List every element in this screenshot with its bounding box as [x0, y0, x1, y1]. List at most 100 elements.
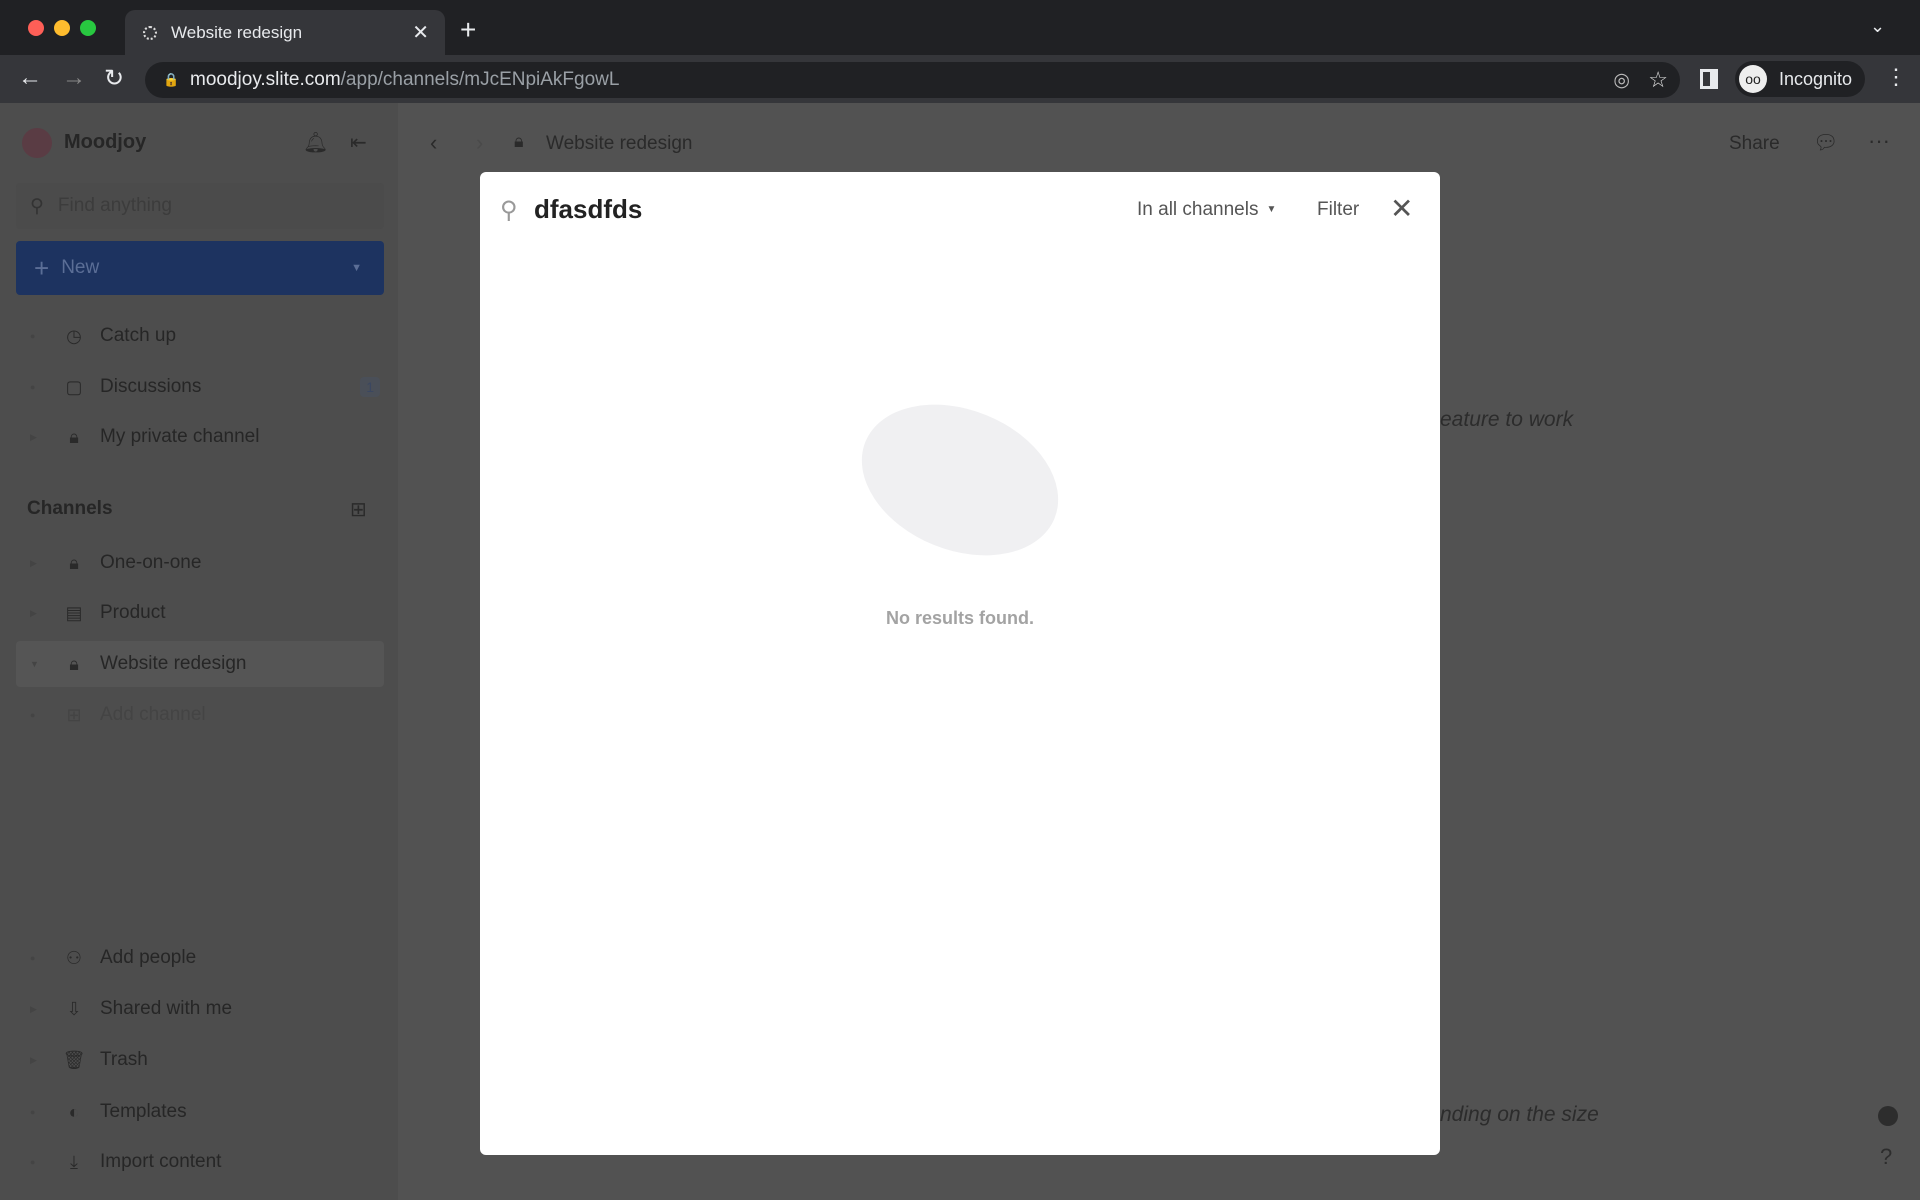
side-panel-icon[interactable] [1700, 69, 1718, 89]
close-window-button[interactable] [28, 20, 44, 36]
lock-icon: 🔒︎ [69, 426, 79, 447]
sidebar-item-label: Templates [100, 1101, 187, 1122]
workspace-logo [22, 128, 52, 158]
profile-label: Incognito [1779, 68, 1853, 89]
sidebar-item-one-on-one[interactable]: ▶ 🔒︎ One-on-one [30, 543, 380, 583]
filter-button[interactable]: Filter [1317, 199, 1359, 221]
sidebar-item-discussions[interactable]: ● ▢ Discussions 1 [30, 367, 380, 407]
reload-icon[interactable]: ↻ [104, 64, 124, 93]
caret-down-icon: ▼ [1266, 204, 1277, 216]
discussions-badge: 1 [360, 377, 380, 397]
templates-icon: ◐ [68, 1101, 80, 1122]
close-icon[interactable]: ✕ [1390, 192, 1413, 225]
scope-label: In all channels [1137, 199, 1259, 220]
close-tab-icon[interactable]: ✕ [412, 20, 429, 45]
help-icon[interactable]: ? [1880, 1144, 1892, 1170]
lock-icon: 🔒︎ [69, 653, 79, 674]
bullet-icon: ● [30, 1107, 36, 1117]
add-channel-icon[interactable]: ⊞ [350, 497, 367, 522]
lock-icon: 🔒 [163, 72, 180, 87]
find-anything-search[interactable]: ⚲ Find anything [16, 183, 384, 229]
trash-icon: 🗑︎ [62, 1049, 86, 1070]
document-text: nding on the size [1440, 1103, 1599, 1126]
chevron-down-icon[interactable]: ▼ [351, 262, 362, 274]
profile-button[interactable]: oo Incognito [1735, 61, 1865, 97]
url-path: /app/channels/mJcENpiAkFgowL [340, 69, 620, 90]
inbox-icon: ⇩ [66, 998, 82, 1019]
download-icon: ⤓ [70, 1151, 78, 1172]
search-placeholder: Find anything [57, 195, 172, 216]
doc-icon: ▤ [65, 602, 83, 623]
sidebar-item-label: Product [100, 602, 166, 623]
bullet-icon: ● [30, 331, 36, 341]
sidebar-item-my-private-channel[interactable]: ▶ 🔒︎ My private channel [30, 417, 380, 457]
caret-right-icon[interactable]: ▶ [30, 1055, 40, 1066]
workspace-name[interactable]: Moodjoy [64, 131, 146, 154]
search-icon: ⚲ [500, 197, 518, 224]
sidebar-item-label: Website redesign [100, 653, 247, 674]
sidebar-item-label: Add channel [100, 704, 206, 725]
sidebar-item-website-redesign[interactable]: ▼ 🔒︎ Website redesign [16, 641, 384, 687]
add-channel-icon: ⊞ [66, 704, 82, 725]
bullet-icon: ● [30, 382, 36, 392]
minimize-window-button[interactable] [54, 20, 70, 36]
sidebar-item-templates[interactable]: ● ◐ Templates [30, 1092, 380, 1132]
sidebar-item-import-content[interactable]: ● ⤓ Import content [30, 1142, 380, 1182]
more-options-icon[interactable]: ··· [1868, 128, 1890, 154]
sidebar-item-label: Trash [100, 1049, 148, 1070]
channels-heading: Channels [27, 498, 113, 519]
sidebar-item-label: Add people [100, 947, 197, 968]
no-results-message: No results found. [886, 608, 1034, 628]
eye-off-icon[interactable]: ◎ [1613, 69, 1630, 92]
sidebar-item-label: My private channel [100, 426, 260, 447]
bullet-icon: ● [30, 710, 36, 720]
search-input[interactable]: dfasdfds [534, 194, 642, 225]
notifications-bell-icon[interactable]: 🔔︎ [303, 130, 328, 155]
status-icon[interactable] [1878, 1106, 1898, 1126]
search-icon: ⚲ [30, 195, 44, 217]
bullet-icon: ● [30, 953, 36, 963]
sidebar-item-catch-up[interactable]: ● ◷ Catch up [30, 316, 380, 356]
caret-right-icon[interactable]: ▶ [30, 1004, 40, 1015]
lock-icon: 🔒︎ [514, 131, 524, 151]
lock-icon: 🔒︎ [69, 552, 79, 573]
caret-right-icon[interactable]: ▶ [30, 558, 40, 569]
url-bar[interactable]: 🔒 moodjoy.slite.com/app/channels/mJcENpi… [145, 62, 1680, 98]
forward-nav-icon[interactable]: › [476, 130, 483, 156]
star-icon[interactable]: ☆ [1648, 67, 1668, 93]
sidebar-item-add-channel[interactable]: ● ⊞ Add channel [30, 695, 380, 735]
caret-right-icon[interactable]: ▶ [30, 608, 40, 619]
incognito-icon: oo [1739, 65, 1767, 93]
search-modal: ⚲ dfasdfds In all channels ▼ Filter ✕ No … [480, 172, 1440, 1155]
comment-icon[interactable]: 💬︎ [1813, 130, 1838, 155]
chat-icon: ▢ [65, 376, 83, 397]
sidebar-item-label: One-on-one [100, 552, 202, 573]
breadcrumb[interactable]: Website redesign [546, 133, 692, 155]
add-person-icon: ⚇ [65, 947, 83, 968]
back-nav-icon[interactable]: ‹ [430, 130, 437, 156]
tab-title: Website redesign [171, 22, 303, 42]
new-tab-button[interactable]: + [460, 14, 476, 46]
sidebar-item-label: Discussions [100, 376, 202, 397]
forward-icon[interactable]: → [62, 64, 86, 92]
new-label: New [61, 257, 100, 278]
sidebar-item-shared-with-me[interactable]: ▶ ⇩ Shared with me [30, 989, 380, 1029]
new-button[interactable]: + New ▼ [16, 241, 384, 295]
menu-icon[interactable]: ⋮ [1885, 64, 1907, 90]
bullet-icon: ● [30, 1157, 36, 1167]
maximize-window-button[interactable] [80, 20, 96, 36]
collapse-sidebar-icon[interactable]: ⇤ [350, 130, 367, 155]
favicon-icon [143, 25, 157, 40]
sidebar-item-product[interactable]: ▶ ▤ Product [30, 593, 380, 633]
url-host: moodjoy.slite.com [190, 69, 341, 90]
share-button[interactable]: Share [1729, 133, 1780, 155]
sidebar-item-add-people[interactable]: ● ⚇ Add people [30, 938, 380, 978]
caret-right-icon[interactable]: ▶ [30, 432, 40, 443]
caret-down-icon[interactable]: ▼ [30, 659, 40, 669]
browser-tab[interactable]: Website redesign ✕ [125, 10, 445, 55]
sidebar-item-trash[interactable]: ▶ 🗑︎ Trash [30, 1040, 380, 1080]
clock-icon: ◷ [66, 325, 82, 346]
back-icon[interactable]: ← [18, 64, 42, 92]
sidebar-item-label: Import content [100, 1151, 222, 1172]
scope-dropdown[interactable]: In all channels ▼ [1137, 199, 1276, 221]
